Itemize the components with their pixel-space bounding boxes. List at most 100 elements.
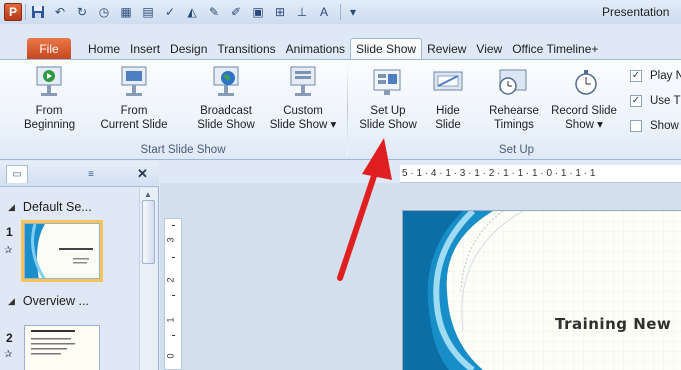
picture-icon[interactable]: ▣ xyxy=(249,3,267,21)
font-color-icon[interactable]: A xyxy=(315,3,333,21)
section-header-default[interactable]: ◢ Default Se... xyxy=(8,197,138,217)
ruler-tick xyxy=(172,295,175,296)
tab-insert[interactable]: Insert xyxy=(125,38,165,59)
ruler-number: 3 xyxy=(165,237,176,243)
slides-panel-scrollbar[interactable]: ▲ xyxy=(139,188,157,370)
set-up-group-label: Set Up xyxy=(498,144,535,156)
broadcast-label-1: Broadcast xyxy=(200,105,252,117)
qat-separator xyxy=(25,4,26,20)
horizontal-ruler: 5 · 1 · 4 · 1 · 3 · 1 · 2 · 1 · 1 · 1 · … xyxy=(400,165,681,183)
qat-separator-2 xyxy=(340,4,341,20)
use-timings-check-icon: ✓ xyxy=(630,95,642,107)
tab-review[interactable]: Review xyxy=(422,38,471,59)
play-narrations-label: Play N xyxy=(650,70,681,82)
hide-slide-button[interactable]: Hide Slide xyxy=(426,64,470,132)
from-current-slide-button[interactable]: From Current Slide xyxy=(94,64,174,132)
use-timings-checkbox[interactable]: ✓ Use T xyxy=(630,95,680,107)
ruler-tick xyxy=(172,257,175,258)
ruler-number: 2 xyxy=(165,277,176,283)
close-icon[interactable]: ✕ xyxy=(137,166,148,182)
outline-tab-icon[interactable]: ≡ xyxy=(80,165,102,183)
ruler-number: 0 xyxy=(165,353,176,359)
custom-label-1: Custom xyxy=(283,105,323,117)
show-media-label: Show xyxy=(650,120,679,132)
custom-slide-show-button[interactable]: Custom Slide Show ▾ xyxy=(264,64,342,132)
transition-star-icon: ✰ xyxy=(4,245,13,256)
slides-tab-icon[interactable]: ▭ xyxy=(6,165,28,183)
tab-design[interactable]: Design xyxy=(165,38,212,59)
scrollbar-thumb[interactable] xyxy=(142,200,155,264)
align-icon[interactable]: ⊥ xyxy=(293,3,311,21)
slide-background-art xyxy=(403,211,681,370)
grid-icon[interactable]: ▤ xyxy=(139,3,157,21)
tab-transitions[interactable]: Transitions xyxy=(212,38,280,59)
tab-office-timeline[interactable]: Office Timeline+ xyxy=(507,38,603,59)
save-icon[interactable] xyxy=(29,3,47,21)
from-current-label-2: Current Slide xyxy=(100,119,168,131)
custom-label-2: Slide Show ▾ xyxy=(269,119,337,131)
setup-label-1: Set Up xyxy=(370,105,406,117)
format-painter-icon[interactable]: ✎ xyxy=(205,3,223,21)
from-beginning-label-1: From xyxy=(35,105,63,117)
powerpoint-logo-icon[interactable]: P xyxy=(4,3,22,21)
section-name: Default Se... xyxy=(22,200,92,214)
smartart-icon[interactable]: ⊞ xyxy=(271,3,289,21)
play-narrations-checkbox[interactable]: ✓ Play N xyxy=(630,70,681,82)
record-stopwatch-icon xyxy=(566,64,602,100)
tab-file[interactable]: File xyxy=(27,38,71,59)
broadcast-globe-icon xyxy=(208,64,244,100)
pen-icon[interactable]: ✐ xyxy=(227,3,245,21)
rehearse-label-2: Timings xyxy=(494,119,534,131)
tab-view[interactable]: View xyxy=(471,38,507,59)
shapes-icon[interactable]: ◭ xyxy=(183,3,201,21)
from-beginning-button[interactable]: From Beginning xyxy=(24,64,76,132)
record-slide-show-button[interactable]: Record Slide Show ▾ xyxy=(546,64,622,132)
collapse-triangle-icon: ◢ xyxy=(8,201,15,212)
tab-slide-show[interactable]: Slide Show xyxy=(350,38,423,59)
transition-star-icon: ✰ xyxy=(4,349,13,360)
use-timings-label: Use T xyxy=(650,95,681,107)
projector-play-icon xyxy=(31,64,67,100)
undo-icon[interactable]: ↶ xyxy=(51,3,69,21)
rehearse-timings-button[interactable]: Rehearse Timings xyxy=(484,64,544,132)
rehearse-label-1: Rehearse xyxy=(489,105,539,117)
broadcast-label-2: Slide Show xyxy=(197,119,255,131)
section-header-overview[interactable]: ◢ Overview ... xyxy=(8,291,138,311)
spelling-icon[interactable]: ✓ xyxy=(161,3,179,21)
customize-qat-icon[interactable]: ▾ xyxy=(344,3,362,21)
section-name: Overview ... xyxy=(22,294,89,308)
slide-editing-area: Training New xyxy=(160,183,681,370)
table-icon[interactable]: ▦ xyxy=(117,3,135,21)
collapse-triangle-icon: ◢ xyxy=(8,295,15,306)
play-narrations-check-icon: ✓ xyxy=(630,70,642,82)
hide-label-1: Hide xyxy=(436,105,460,117)
broadcast-slide-show-button[interactable]: Broadcast Slide Show xyxy=(188,64,264,132)
clock-icon[interactable]: ◷ xyxy=(95,3,113,21)
setup-show-icon xyxy=(370,64,406,100)
scroll-up-icon[interactable]: ▲ xyxy=(144,190,152,199)
start-slide-show-group-label: Start Slide Show xyxy=(140,144,226,156)
current-slide[interactable]: Training New xyxy=(403,211,681,370)
ribbon-tabs: File Home Insert Design Transitions Anim… xyxy=(0,38,681,59)
ruler-number: 1 xyxy=(165,317,176,323)
redo-icon[interactable]: ↻ xyxy=(73,3,91,21)
slides-panel: ▭ ≡ ✕ ◢ Default Se... 1 ✰ ◢ Overview ...… xyxy=(0,161,159,370)
ribbon: From Beginning From Current Slide Broadc… xyxy=(0,59,681,160)
vertical-ruler: 3 2 1 0 xyxy=(164,218,182,370)
show-media-controls-checkbox[interactable]: Show xyxy=(630,120,679,132)
from-beginning-label-2: Beginning xyxy=(24,119,76,131)
tab-home[interactable]: Home xyxy=(83,38,125,59)
slides-panel-tabs: ▭ ≡ ✕ xyxy=(0,161,159,187)
setup-label-2: Slide Show xyxy=(359,119,417,131)
slide-thumb-image xyxy=(21,220,103,282)
tab-animations[interactable]: Animations xyxy=(281,38,350,59)
group-separator-1 xyxy=(347,64,348,156)
slide-title[interactable]: Training New xyxy=(555,315,671,333)
from-current-label-1: From xyxy=(120,105,148,117)
slide-number: 2 xyxy=(6,331,13,345)
ruler-tick xyxy=(172,225,175,226)
show-media-box xyxy=(630,120,642,132)
record-label-1: Record Slide xyxy=(551,105,617,117)
set-up-slide-show-button[interactable]: Set Up Slide Show xyxy=(352,64,424,132)
hide-label-2: Slide xyxy=(435,119,461,131)
